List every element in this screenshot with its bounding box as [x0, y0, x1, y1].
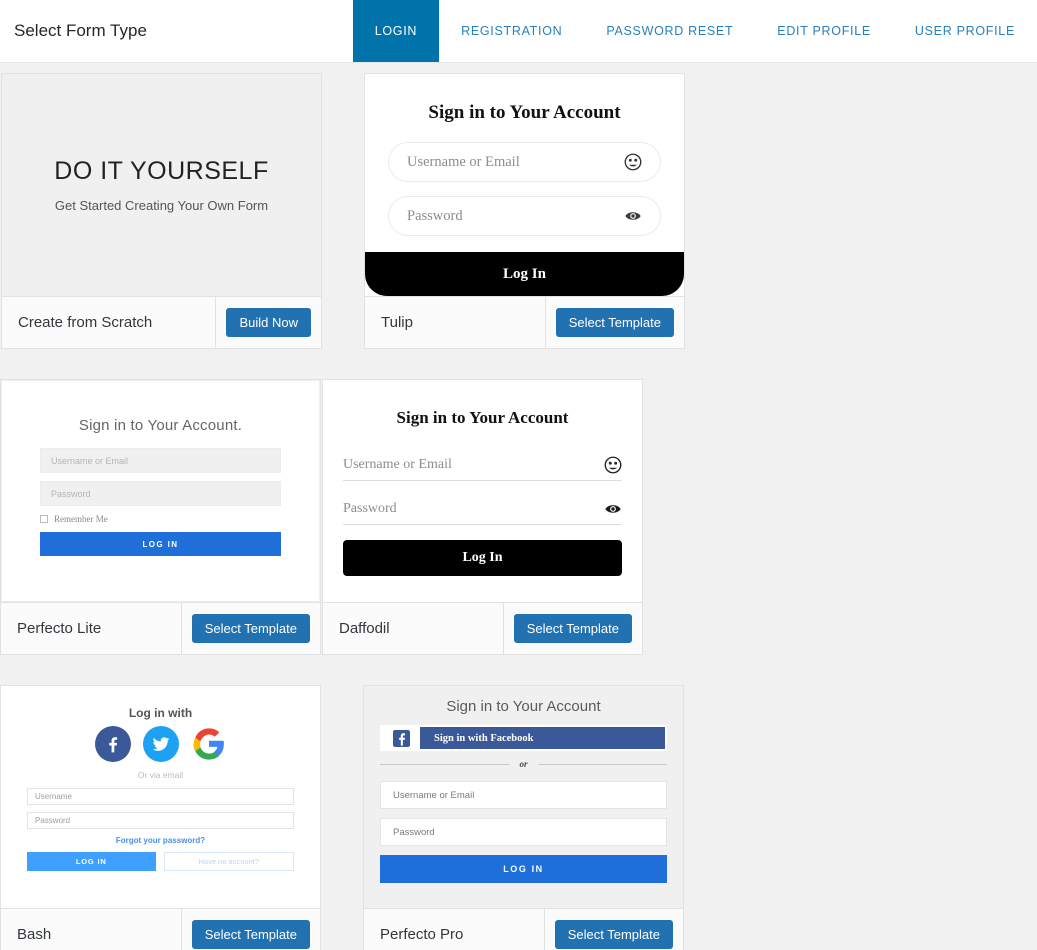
tulip-username-field: Username or Email — [388, 142, 661, 182]
bash-or-label: Or via email — [137, 770, 184, 780]
template-card-tulip[interactable]: Sign in to Your Account Username or Emai… — [364, 73, 685, 349]
template-card-bash[interactable]: Log in with Or via email Username Passwo… — [0, 685, 321, 950]
daffodil-username-field: Username or Email — [343, 450, 622, 481]
select-template-button-bash[interactable]: Select Template — [191, 920, 310, 949]
daffodil-password-field: Password — [343, 494, 622, 525]
card-action-area: Select Template — [546, 297, 684, 348]
card-footer: Daffodil Select Template — [323, 602, 642, 654]
card-footer: Create from Scratch Build Now — [2, 296, 321, 348]
template-card-perfecto-pro[interactable]: Sign in to Your Account Sign in with Fac… — [363, 685, 684, 950]
bash-forgot-link[interactable]: Forgot your password? — [27, 836, 294, 845]
tab-user-profile[interactable]: USER PROFILE — [893, 0, 1037, 62]
card-title-perfecto-lite: Perfecto Lite — [1, 603, 182, 654]
card-footer: Perfecto Pro Select Template — [364, 908, 683, 950]
card-footer: Tulip Select Template — [365, 296, 684, 348]
preview-perfecto-lite: Sign in to Your Account. Username or Ema… — [1, 380, 320, 602]
bash-login-button[interactable]: LOG IN — [27, 852, 156, 871]
tab-login[interactable]: LOGIN — [352, 0, 440, 62]
checkbox-icon — [40, 515, 48, 523]
preview-daffodil: Sign in to Your Account Username or Emai… — [323, 380, 642, 602]
template-grid: DO IT YOURSELF Get Started Creating Your… — [0, 63, 1037, 950]
select-template-button-tulip[interactable]: Select Template — [555, 308, 674, 337]
page-header: Select Form Type LOGIN REGISTRATION PASS… — [0, 0, 1037, 63]
ppro-login-button[interactable]: LOG IN — [380, 855, 667, 883]
ppro-password-field: Password — [380, 818, 667, 846]
ppro-heading: Sign in to Your Account — [446, 698, 601, 715]
google-icon[interactable] — [191, 726, 227, 762]
template-card-daffodil[interactable]: Sign in to Your Account Username or Emai… — [322, 379, 643, 655]
card-footer: Bash Select Template — [1, 908, 320, 950]
facebook-icon — [382, 727, 420, 749]
card-action-area: Select Template — [504, 603, 642, 654]
select-template-button-perfecto-lite[interactable]: Select Template — [191, 614, 310, 643]
diy-title: DO IT YOURSELF — [54, 157, 269, 185]
bash-no-account-button[interactable]: Have no account? — [163, 852, 294, 871]
preview-perfecto-pro: Sign in to Your Account Sign in with Fac… — [364, 686, 683, 908]
plite-remember-label: Remember Me — [54, 514, 108, 524]
plite-login-button[interactable]: LOG IN — [40, 532, 281, 556]
ppro-username-field: Username or Email — [380, 781, 667, 809]
tulip-password-field: Password — [388, 196, 661, 236]
card-title-tulip: Tulip — [365, 297, 546, 348]
divider-line — [380, 763, 510, 765]
facebook-icon[interactable] — [94, 726, 131, 762]
template-card-create-from-scratch[interactable]: DO IT YOURSELF Get Started Creating Your… — [1, 73, 322, 349]
daffodil-username-placeholder: Username or Email — [343, 457, 452, 472]
tab-password-reset[interactable]: PASSWORD RESET — [584, 0, 755, 62]
twitter-icon[interactable] — [142, 726, 179, 762]
tulip-heading: Sign in to Your Account — [428, 102, 621, 123]
ppro-facebook-label: Sign in with Facebook — [434, 732, 534, 744]
preview-bash: Log in with Or via email Username Passwo… — [1, 686, 320, 908]
daffodil-password-placeholder: Password — [343, 501, 397, 516]
ppro-facebook-button[interactable]: Sign in with Facebook — [380, 725, 667, 751]
card-action-area: Select Template — [182, 909, 320, 950]
ppro-or-divider: or — [380, 759, 668, 769]
card-action-area: Select Template — [545, 909, 683, 950]
page-title: Select Form Type — [14, 21, 147, 40]
form-type-tabs: LOGIN REGISTRATION PASSWORD RESET EDIT P… — [352, 0, 1037, 62]
bash-heading: Log in with — [128, 706, 193, 720]
card-title-create-from-scratch: Create from Scratch — [2, 297, 217, 348]
card-title-daffodil: Daffodil — [323, 603, 504, 654]
plite-password-field: Password — [40, 481, 281, 506]
daffodil-heading: Sign in to Your Account — [396, 408, 569, 427]
bash-password-field: Password — [27, 812, 294, 829]
tulip-username-placeholder: Username or Email — [407, 153, 520, 170]
preview-create-from-scratch: DO IT YOURSELF Get Started Creating Your… — [2, 74, 321, 296]
divider-line — [537, 763, 668, 765]
card-action-area: Select Template — [182, 603, 320, 654]
card-title-bash: Bash — [1, 909, 182, 950]
bash-social-row — [27, 726, 294, 762]
ppro-or-label: or — [519, 759, 528, 769]
card-action-area: Build Now — [216, 297, 321, 348]
plite-heading: Sign in to Your Account. — [78, 417, 243, 434]
diy-subtitle: Get Started Creating Your Own Form — [54, 198, 269, 213]
plite-username-field: Username or Email — [40, 448, 281, 473]
card-title-perfecto-pro: Perfecto Pro — [364, 909, 545, 950]
template-card-perfecto-lite[interactable]: Sign in to Your Account. Username or Ema… — [0, 379, 321, 655]
select-template-button-daffodil[interactable]: Select Template — [513, 614, 632, 643]
tab-registration[interactable]: REGISTRATION — [439, 0, 584, 62]
build-now-button[interactable]: Build Now — [226, 308, 311, 337]
bash-button-row: LOG IN Have no account? — [27, 852, 294, 871]
user-icon — [604, 456, 622, 474]
daffodil-login-button[interactable]: Log In — [343, 540, 622, 576]
tulip-password-placeholder: Password — [407, 207, 463, 224]
user-icon — [624, 153, 642, 171]
eye-icon — [604, 500, 622, 518]
tab-edit-profile[interactable]: EDIT PROFILE — [755, 0, 893, 62]
bash-username-field: Username — [27, 788, 294, 805]
preview-tulip: Sign in to Your Account Username or Emai… — [365, 74, 684, 296]
card-footer: Perfecto Lite Select Template — [1, 602, 320, 654]
tulip-login-button[interactable]: Log In — [365, 252, 684, 296]
select-template-button-perfecto-pro[interactable]: Select Template — [554, 920, 673, 949]
eye-icon — [624, 207, 642, 225]
plite-remember-row: Remember Me — [40, 514, 281, 524]
